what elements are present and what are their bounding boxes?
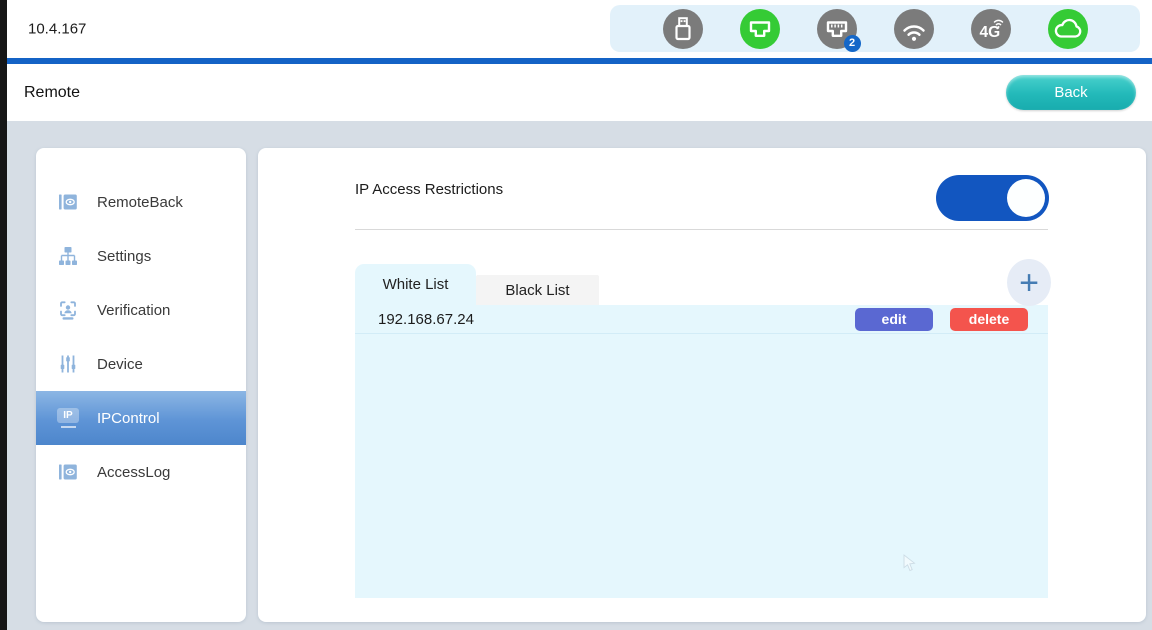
page-title: Remote xyxy=(24,84,80,102)
device-ip-address: 10.4.167 xyxy=(28,21,86,38)
ethernet-clients-icon[interactable]: 2 xyxy=(817,9,857,49)
delete-ip-button[interactable]: delete xyxy=(950,308,1028,331)
sidebar-item-settings[interactable]: Settings xyxy=(36,229,246,283)
cellular-4g-icon[interactable]: 4G xyxy=(971,9,1011,49)
ip-restrictions-toggle[interactable] xyxy=(936,175,1049,221)
ip-icon-label: IP xyxy=(57,408,79,423)
edit-ip-button[interactable]: edit xyxy=(855,308,933,331)
sidebar-item-label: Device xyxy=(97,356,143,373)
device-sliders-icon xyxy=(56,352,80,376)
sidebar-item-device[interactable]: Device xyxy=(36,337,246,391)
cellular-4g-label: 4G xyxy=(979,24,1000,41)
sidebar-item-label: RemoteBack xyxy=(97,194,183,211)
cloud-icon[interactable] xyxy=(1048,9,1088,49)
sidebar-item-ipcontrol[interactable]: IP IPControl xyxy=(36,391,246,445)
tab-black-list[interactable]: Black List xyxy=(476,275,599,305)
sidebar-item-label: IPControl xyxy=(97,410,160,427)
ip-entry-address: 192.168.67.24 xyxy=(378,311,855,328)
ethernet-icon[interactable] xyxy=(740,9,780,49)
page-header: Remote Back xyxy=(0,64,1152,121)
sidebar-item-label: AccessLog xyxy=(97,464,170,481)
ethernet-client-count-badge: 2 xyxy=(844,35,861,52)
status-icon-tray: 2 4G xyxy=(610,5,1140,52)
section-divider xyxy=(355,229,1048,230)
toggle-knob xyxy=(1007,179,1045,217)
list-tabs: White List Black List xyxy=(355,264,599,305)
ip-access-restrictions-label: IP Access Restrictions xyxy=(355,181,503,198)
ip-control-icon: IP xyxy=(56,406,80,430)
ipcontrol-panel: IP Access Restrictions + White List Blac… xyxy=(258,148,1146,622)
sidebar-item-label: Settings xyxy=(97,248,151,265)
access-log-icon xyxy=(56,460,80,484)
settings-sidebar: RemoteBack Settings Verification xyxy=(36,148,246,622)
screen-left-bezel xyxy=(0,0,7,630)
usb-icon[interactable] xyxy=(663,9,703,49)
wifi-icon[interactable] xyxy=(894,9,934,49)
ip-entry-row[interactable]: 192.168.67.24 edit delete xyxy=(355,305,1048,334)
back-button[interactable]: Back xyxy=(1006,75,1136,110)
network-settings-icon xyxy=(56,244,80,268)
remoteback-icon xyxy=(56,190,80,214)
white-list-entries: 192.168.67.24 edit delete xyxy=(355,305,1048,598)
sidebar-item-accesslog[interactable]: AccessLog xyxy=(36,445,246,499)
face-verification-icon xyxy=(56,298,80,322)
sidebar-item-label: Verification xyxy=(97,302,170,319)
sidebar-item-verification[interactable]: Verification xyxy=(36,283,246,337)
add-ip-button[interactable]: + xyxy=(1007,259,1051,306)
tab-white-list[interactable]: White List xyxy=(355,264,476,305)
top-status-bar: 10.4.167 2 xyxy=(0,0,1152,58)
sidebar-item-remoteback[interactable]: RemoteBack xyxy=(36,175,246,229)
